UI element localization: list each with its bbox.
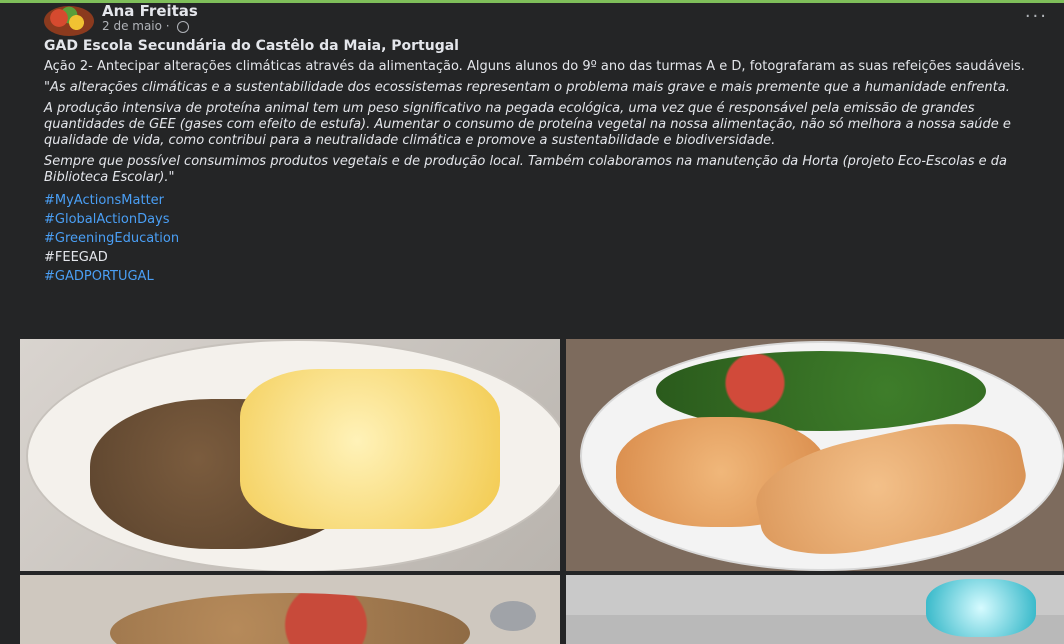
hashtag-myactionsmatter[interactable]: #MyActionsMatter bbox=[44, 191, 1054, 210]
paragraph-2: "As alterações climáticas e a sustentabi… bbox=[44, 80, 1010, 95]
spoon-shape bbox=[490, 601, 536, 631]
paragraph-3: A produção intensiva de proteína animal … bbox=[44, 101, 1011, 148]
photo-oats-strawberry[interactable] bbox=[20, 575, 560, 644]
post-text: GAD Escola Secundária do Castêlo da Maia… bbox=[44, 38, 1054, 286]
cup-shape bbox=[926, 579, 1036, 637]
photo-grid bbox=[20, 339, 1064, 644]
hashtag-gadportugal[interactable]: #GADPORTUGAL bbox=[44, 267, 1054, 286]
photo-salad-rice-fish[interactable] bbox=[566, 339, 1064, 571]
org-name: GAD Escola Secundária do Castêlo da Maia… bbox=[44, 38, 459, 54]
photo-cup[interactable] bbox=[566, 575, 1064, 644]
facebook-post: Ana Freitas 2 de maio · ··· GAD Escola S… bbox=[0, 0, 1064, 644]
globe-icon bbox=[177, 20, 190, 33]
more-options-icon[interactable]: ··· bbox=[1025, 6, 1048, 27]
hashtag-globalactiondays[interactable]: #GlobalActionDays bbox=[44, 210, 1054, 229]
hashtag-greeningeducation[interactable]: #GreeningEducation bbox=[44, 229, 1054, 248]
hashtag-list: #MyActionsMatter #GlobalActionDays #Gree… bbox=[44, 191, 1054, 286]
photo-cereal-apple-bowl[interactable] bbox=[20, 339, 560, 571]
paragraph-4: Sempre que possível consumimos produtos … bbox=[44, 154, 1007, 185]
post-header: Ana Freitas 2 de maio · ··· bbox=[44, 2, 1054, 36]
avatar[interactable] bbox=[44, 6, 94, 36]
paragraph-1: Ação 2- Antecipar alterações climáticas … bbox=[44, 59, 1025, 74]
post-date[interactable]: 2 de maio · bbox=[102, 19, 173, 33]
hashtag-feegad: #FEEGAD bbox=[44, 250, 108, 265]
author-name[interactable]: Ana Freitas bbox=[102, 2, 198, 20]
apple-slices-shape bbox=[240, 369, 500, 529]
post-meta: 2 de maio · bbox=[102, 19, 190, 33]
oats-bowl-shape bbox=[110, 593, 470, 644]
